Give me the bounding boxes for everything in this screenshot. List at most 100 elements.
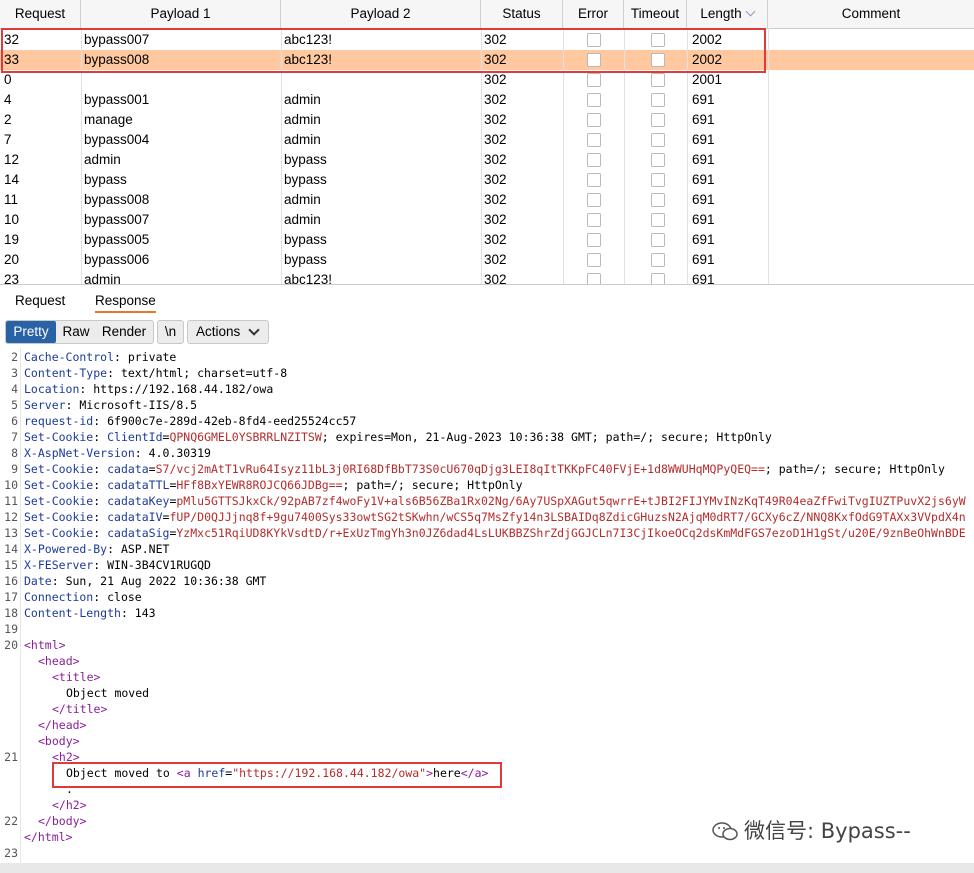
cell-request: 14 (4, 172, 20, 187)
horizontal-scrollbar[interactable] (0, 863, 974, 873)
chevron-down-icon (248, 324, 260, 336)
error-checkbox (587, 113, 601, 127)
timeout-checkbox (651, 113, 665, 127)
col-payload2[interactable]: Payload 2 (281, 0, 481, 28)
col-length[interactable]: Length (687, 0, 768, 28)
cell-status: 302 (484, 232, 507, 247)
header-line: Content-Length: 143 (24, 606, 156, 620)
header-line: Set-Cookie: ClientId=QPNQ6GMEL0YSBRRLNZI… (24, 430, 772, 444)
table-row[interactable]: 11 bypass008 admin 302 691 (0, 190, 974, 210)
line-number: 4 (11, 382, 18, 396)
cell-request: 10 (4, 212, 20, 227)
cell-length: 691 (692, 132, 715, 147)
timeout-checkbox (651, 253, 665, 267)
col-timeout[interactable]: Timeout (624, 0, 687, 28)
table-row[interactable]: 2 manage admin 302 691 (0, 110, 974, 130)
line-number: 7 (11, 430, 18, 444)
table-row[interactable]: 23 admin abc123! 302 691 (0, 270, 974, 284)
cell-request: 7 (4, 132, 12, 147)
cell-request: 23 (4, 272, 20, 284)
cell-payload2: admin (284, 112, 321, 127)
cell-payload2: admin (284, 212, 321, 227)
table-header: Request Payload 1 Payload 2 Status Error… (0, 0, 974, 29)
render-button[interactable]: Render (98, 321, 150, 343)
cell-payload2: admin (284, 132, 321, 147)
timeout-checkbox (651, 153, 665, 167)
cell-payload1: admin (84, 272, 121, 284)
cell-payload1: bypass001 (84, 92, 150, 107)
table-row[interactable]: 7 bypass004 admin 302 691 (0, 130, 974, 150)
col-request[interactable]: Request (0, 0, 81, 28)
actions-label: Actions (196, 324, 241, 339)
tab-response[interactable]: Response (95, 293, 156, 313)
pretty-button[interactable]: Pretty (6, 321, 56, 343)
col-status[interactable]: Status (481, 0, 563, 28)
cell-payload1: manage (84, 112, 133, 127)
cell-request: 20 (4, 252, 20, 267)
header-line: X-Powered-By: ASP.NET (24, 542, 170, 556)
col-comment[interactable]: Comment (768, 0, 974, 28)
cell-length: 691 (692, 192, 715, 207)
highlight-box-rows (1, 28, 766, 73)
header-line: Location: https://192.168.44.182/owa (24, 382, 274, 396)
line-number: 10 (4, 478, 18, 492)
error-checkbox (587, 153, 601, 167)
cell-request: 4 (4, 92, 12, 107)
line-number: 22 (4, 814, 18, 828)
cell-length: 691 (692, 232, 715, 247)
line-number: 11 (4, 494, 18, 508)
cell-payload2: bypass (284, 152, 327, 167)
sort-chevron-icon (745, 6, 756, 17)
table-row[interactable]: 19 bypass005 bypass 302 691 (0, 230, 974, 250)
table-row[interactable]: 14 bypass bypass 302 691 (0, 170, 974, 190)
actions-dropdown[interactable]: Actions (187, 320, 269, 344)
cell-payload1: admin (84, 152, 121, 167)
cell-status: 302 (484, 92, 507, 107)
table-row[interactable]: 10 bypass007 admin 302 691 (0, 210, 974, 230)
cell-payload2: bypass (284, 252, 327, 267)
cell-payload2: admin (284, 192, 321, 207)
table-row[interactable]: 12 admin bypass 302 691 (0, 150, 974, 170)
cell-status: 302 (484, 172, 507, 187)
response-toolbar: Pretty Raw Render \n Actions (0, 316, 974, 348)
raw-button[interactable]: Raw (59, 321, 93, 343)
cell-request: 12 (4, 152, 20, 167)
cell-status: 302 (484, 72, 507, 87)
col-error[interactable]: Error (563, 0, 624, 28)
cell-length: 691 (692, 172, 715, 187)
line-number: 12 (4, 510, 18, 524)
results-table: Request Payload 1 Payload 2 Status Error… (0, 0, 974, 284)
error-checkbox (587, 93, 601, 107)
table-row[interactable]: 20 bypass006 bypass 302 691 (0, 250, 974, 270)
newline-toggle[interactable]: \n (157, 320, 184, 344)
table-row[interactable]: 0 302 2001 (0, 70, 974, 90)
line-number: 20 (4, 638, 18, 652)
cell-payload2: admin (284, 92, 321, 107)
code-line: </h2> (52, 798, 87, 812)
table-row[interactable]: 4 bypass001 admin 302 691 (0, 90, 974, 110)
line-number: 15 (4, 558, 18, 572)
cell-length: 691 (692, 112, 715, 127)
error-checkbox (587, 133, 601, 147)
line-number: 3 (11, 366, 18, 380)
cell-payload2: bypass (284, 232, 327, 247)
cell-request: 19 (4, 232, 20, 247)
line-number: 16 (4, 574, 18, 588)
cell-length: 2001 (692, 72, 723, 87)
code-line: <head> (38, 654, 80, 668)
header-line: X-AspNet-Version: 4.0.30319 (24, 446, 211, 460)
code-line: <html> (24, 638, 66, 652)
col-payload1[interactable]: Payload 1 (81, 0, 281, 28)
cell-status: 302 (484, 252, 507, 267)
header-line: Connection: close (24, 590, 142, 604)
watermark-text: 微信号: Bypass-- (744, 819, 911, 843)
cell-payload1: bypass006 (84, 252, 150, 267)
cell-payload1: bypass005 (84, 232, 150, 247)
tab-request[interactable]: Request (15, 293, 65, 308)
view-mode-group: Pretty Raw Render (5, 320, 154, 344)
wechat-watermark: 微信号: Bypass-- (712, 815, 911, 845)
response-body-view[interactable]: 2 Cache-Control: private 3 Content-Type: te… (0, 348, 974, 863)
header-line: Set-Cookie: cadataSig=YzMxc51RqiUD8KYkVs… (24, 526, 966, 540)
cell-request: 2 (4, 112, 12, 127)
header-line: Set-Cookie: cadata=S7/vcj2mAtT1vRu64Isyz… (24, 462, 945, 476)
